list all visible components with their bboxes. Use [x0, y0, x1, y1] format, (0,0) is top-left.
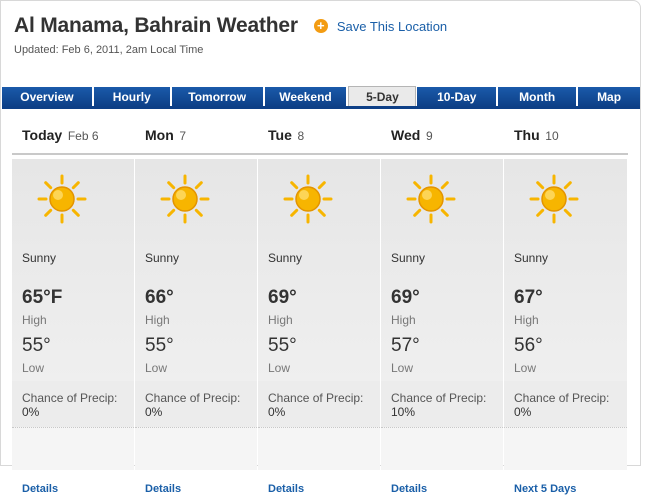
link-strip	[258, 427, 380, 470]
precip-block: Chance of Precip: 10%	[391, 391, 486, 419]
low-temp: 56°	[514, 335, 543, 356]
day-date: 9	[425, 129, 433, 143]
low-label: Low	[145, 361, 168, 375]
precip-label: Chance of Precip:	[391, 391, 487, 405]
sunny-icon	[37, 174, 87, 224]
day-column: Sunny 69° High 55° Low Chance of Precip:…	[258, 159, 380, 495]
precip-value: 0%	[514, 405, 532, 419]
low-temp: 55°	[268, 335, 297, 356]
tab-5-day[interactable]: 5-Day	[348, 86, 417, 107]
precip-label: Chance of Precip:	[514, 391, 610, 405]
day-date: Feb 6	[67, 129, 99, 143]
details-link[interactable]: Details	[391, 483, 427, 495]
high-temp: 69°	[391, 287, 420, 308]
tab-hourly[interactable]: Hourly	[93, 87, 172, 107]
high-temp: 67°	[514, 287, 543, 308]
page-header: Al Manama, Bahrain Weather + Save This L…	[14, 14, 635, 56]
link-strip	[504, 427, 627, 470]
condition-text: Sunny	[268, 251, 303, 265]
details-link[interactable]: Details	[268, 483, 304, 495]
tab-weekend[interactable]: Weekend	[264, 87, 349, 107]
precip-value: 0%	[268, 405, 286, 419]
precip-value: 10%	[391, 405, 416, 419]
next-5-days-link[interactable]: Next 5 Days	[514, 483, 576, 495]
day-date: 8	[297, 129, 305, 143]
precip-block: Chance of Precip: 0%	[514, 391, 609, 419]
day-header: Wed 9	[381, 119, 504, 153]
day-header: Thu 10	[504, 119, 627, 153]
high-temp: 65°F	[22, 287, 63, 308]
tab-tomorrow[interactable]: Tomorrow	[171, 87, 265, 107]
precip-label: Chance of Precip:	[145, 391, 241, 405]
high-temp: 66°	[145, 287, 174, 308]
day-header: Mon 7	[135, 119, 258, 153]
sunny-icon	[160, 174, 210, 224]
link-strip	[12, 427, 134, 470]
high-temp: 69°	[268, 287, 297, 308]
sunny-icon	[283, 174, 333, 224]
day-date: 10	[545, 129, 559, 143]
day-name: Today	[22, 127, 63, 143]
precip-block: Chance of Precip: 0%	[22, 391, 117, 419]
day-header: Today Feb 6	[12, 119, 135, 153]
condition-text: Sunny	[391, 251, 426, 265]
condition-text: Sunny	[145, 251, 180, 265]
details-link[interactable]: Details	[145, 483, 181, 495]
high-label: High	[268, 313, 293, 327]
day-name: Tue	[268, 127, 292, 143]
day-columns: Sunny 65°F High 55° Low Chance of Precip…	[12, 159, 628, 495]
precip-label: Chance of Precip:	[268, 391, 364, 405]
low-label: Low	[514, 361, 537, 375]
day-name: Thu	[514, 127, 540, 143]
day-date: 7	[179, 129, 187, 143]
day-headers: Today Feb 6 Mon 7 Tue 8 Wed 9 Thu 10	[12, 119, 628, 155]
forecast-days: Today Feb 6 Mon 7 Tue 8 Wed 9 Thu 10 Sun…	[12, 119, 628, 495]
link-strip	[135, 427, 257, 470]
high-label: High	[145, 313, 170, 327]
plus-circle-icon: +	[313, 19, 328, 33]
precip-value: 0%	[145, 405, 163, 419]
day-header: Tue 8	[258, 119, 381, 153]
precip-block: Chance of Precip: 0%	[145, 391, 240, 419]
page-title: Al Manama, Bahrain Weather	[14, 14, 298, 37]
day-column: Sunny 66° High 55° Low Chance of Precip:…	[135, 159, 257, 495]
low-temp: 57°	[391, 335, 420, 356]
low-label: Low	[22, 361, 45, 375]
precip-value: 0%	[22, 405, 40, 419]
day-name: Mon	[145, 127, 174, 143]
day-name: Wed	[391, 127, 421, 143]
low-label: Low	[268, 361, 291, 375]
high-label: High	[514, 313, 539, 327]
high-label: High	[391, 313, 416, 327]
updated-timestamp: Updated: Feb 6, 2011, 2am Local Time	[14, 44, 204, 56]
save-location-button[interactable]: + Save This Location	[313, 18, 448, 34]
save-location-label: Save This Location	[336, 18, 448, 34]
tab-overview[interactable]: Overview	[2, 87, 94, 107]
day-column: Sunny 69° High 57° Low Chance of Precip:…	[381, 159, 503, 495]
low-temp: 55°	[22, 335, 51, 356]
sunny-icon	[406, 174, 456, 224]
day-column: Sunny 67° High 56° Low Chance of Precip:…	[504, 159, 627, 495]
precip-block: Chance of Precip: 0%	[268, 391, 363, 419]
high-label: High	[22, 313, 47, 327]
low-label: Low	[391, 361, 414, 375]
tabs-underline	[2, 106, 640, 109]
link-strip	[381, 427, 503, 470]
condition-text: Sunny	[514, 251, 549, 265]
tab-10-day[interactable]: 10-Day	[417, 87, 499, 107]
title-row: Al Manama, Bahrain Weather + Save This L…	[14, 14, 635, 38]
day-column: Sunny 65°F High 55° Low Chance of Precip…	[12, 159, 134, 495]
sunny-icon	[529, 174, 579, 224]
details-link[interactable]: Details	[22, 483, 58, 495]
condition-text: Sunny	[22, 251, 57, 265]
tab-month[interactable]: Month	[498, 87, 579, 107]
precip-label: Chance of Precip:	[22, 391, 118, 405]
tab-map[interactable]: Map	[578, 87, 641, 107]
forecast-tabs: Overview Hourly Tomorrow Weekend 5-Day 1…	[2, 86, 641, 107]
low-temp: 55°	[145, 335, 174, 356]
